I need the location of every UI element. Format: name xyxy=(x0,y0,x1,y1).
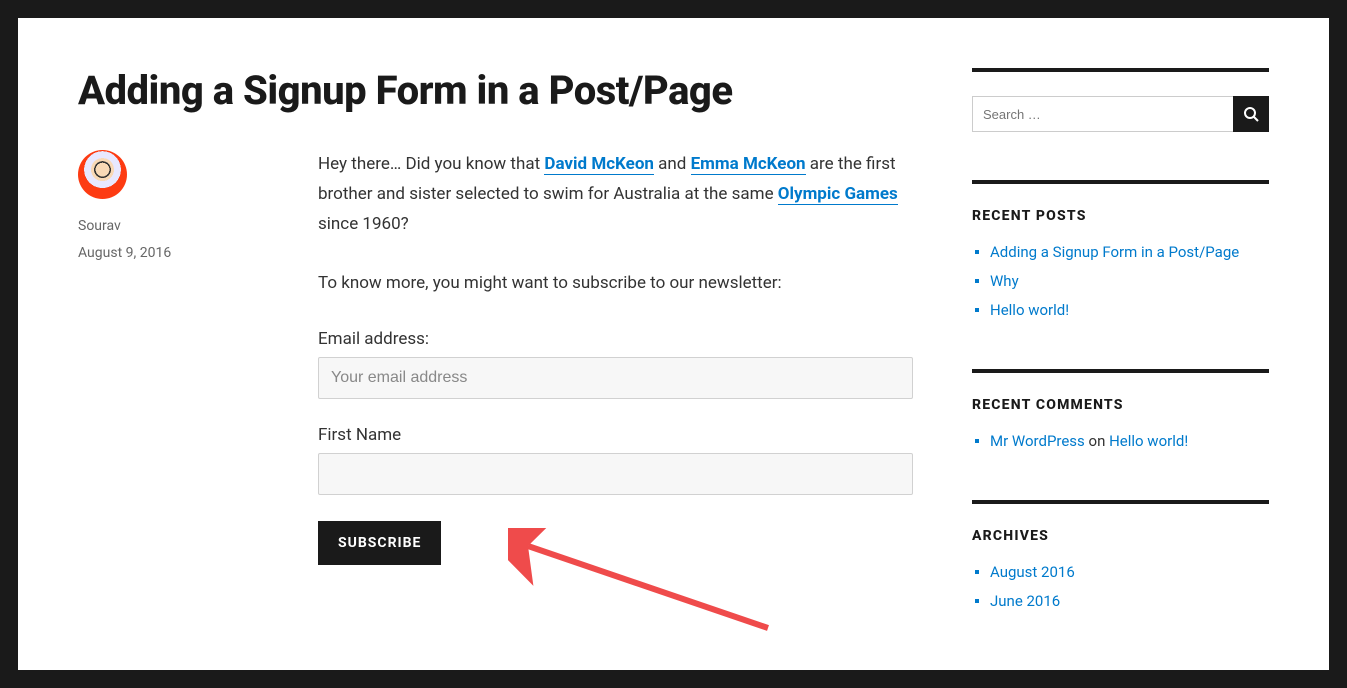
list-item: June 2016 xyxy=(972,591,1269,612)
paragraph-2: To know more, you might want to subscrib… xyxy=(318,269,913,299)
text: on xyxy=(1085,432,1109,450)
recent-posts-widget: RECENT POSTS Adding a Signup Form in a P… xyxy=(972,180,1269,321)
search-button[interactable] xyxy=(1233,96,1269,132)
firstname-label: First Name xyxy=(318,425,913,445)
recent-post-link[interactable]: Adding a Signup Form in a Post/Page xyxy=(990,243,1239,261)
link-olympic-games[interactable]: Olympic Games xyxy=(778,184,898,205)
post-content: Hey there… Did you know that David McKeo… xyxy=(318,150,913,565)
sidebar: RECENT POSTS Adding a Signup Form in a P… xyxy=(972,68,1269,660)
widget-title: ARCHIVES xyxy=(972,528,1269,544)
text: Hey there… Did you know that xyxy=(318,154,544,174)
search-input[interactable] xyxy=(972,96,1233,132)
search-widget xyxy=(972,68,1269,132)
recent-comments-widget: RECENT COMMENTS Mr WordPress on Hello wo… xyxy=(972,369,1269,452)
post-title: Adding a Signup Form in a Post/Page xyxy=(78,68,917,114)
comment-author-link[interactable]: Mr WordPress xyxy=(990,432,1085,450)
paragraph-1: Hey there… Did you know that David McKeo… xyxy=(318,150,913,239)
archive-link[interactable]: June 2016 xyxy=(990,592,1060,610)
main-content: Adding a Signup Form in a Post/Page Sour… xyxy=(78,68,917,660)
subscribe-button[interactable]: SUBSCRIBE xyxy=(318,521,441,565)
recent-post-link[interactable]: Why xyxy=(990,272,1019,290)
avatar xyxy=(78,150,127,199)
text: and xyxy=(654,154,691,174)
page: Adding a Signup Form in a Post/Page Sour… xyxy=(18,18,1329,670)
list-item: Adding a Signup Form in a Post/Page xyxy=(972,242,1269,263)
list-item: Hello world! xyxy=(972,300,1269,321)
search-icon xyxy=(1243,106,1259,122)
list-item: Why xyxy=(972,271,1269,292)
email-input[interactable] xyxy=(318,357,913,399)
firstname-input[interactable] xyxy=(318,453,913,495)
widget-title: RECENT COMMENTS xyxy=(972,397,1269,413)
link-emma-mckeon[interactable]: Emma McKeon xyxy=(691,154,806,175)
list-item: August 2016 xyxy=(972,562,1269,583)
recent-post-link[interactable]: Hello world! xyxy=(990,301,1069,319)
widget-title: RECENT POSTS xyxy=(972,208,1269,224)
post-body: Sourav August 9, 2016 Hey there… Did you… xyxy=(78,150,917,565)
list-item: Mr WordPress on Hello world! xyxy=(972,431,1269,452)
text: since 1960? xyxy=(318,214,409,234)
archives-widget: ARCHIVES August 2016 June 2016 xyxy=(972,500,1269,612)
post-author[interactable]: Sourav xyxy=(78,213,278,240)
email-label: Email address: xyxy=(318,329,913,349)
link-david-mckeon[interactable]: David McKeon xyxy=(544,154,654,175)
post-date[interactable]: August 9, 2016 xyxy=(78,240,278,267)
post-meta: Sourav August 9, 2016 xyxy=(78,150,278,565)
comment-post-link[interactable]: Hello world! xyxy=(1109,432,1188,450)
archive-link[interactable]: August 2016 xyxy=(990,563,1075,581)
